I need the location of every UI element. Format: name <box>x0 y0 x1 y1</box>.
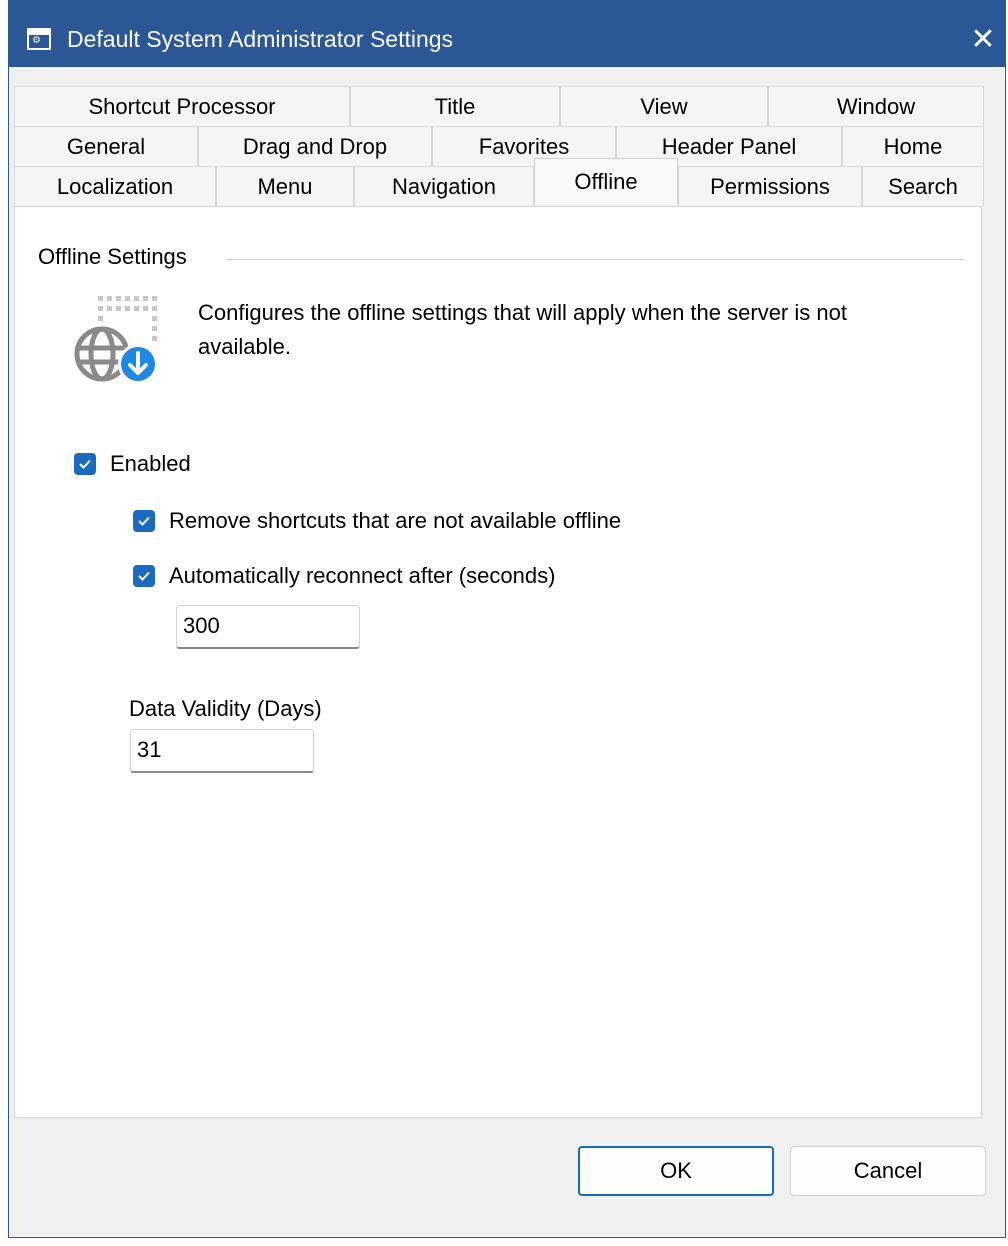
tab-view[interactable]: View <box>560 86 768 126</box>
data-validity-label: Data Validity (Days) <box>129 696 322 721</box>
checkmark-icon <box>79 459 91 469</box>
tab-title[interactable]: Title <box>350 86 560 126</box>
window-title: Default System Administrator Settings <box>67 26 454 52</box>
tab-permissions[interactable]: Permissions <box>678 166 862 206</box>
tab-home[interactable]: Home <box>842 126 984 166</box>
globe-download-icon <box>70 290 166 386</box>
tab-window[interactable]: Window <box>768 86 984 126</box>
tab-navigation[interactable]: Navigation <box>354 166 534 206</box>
remove-shortcuts-checkbox[interactable] <box>133 510 155 532</box>
tab-search[interactable]: Search <box>862 166 984 206</box>
cancel-button[interactable]: Cancel <box>790 1146 986 1196</box>
enabled-checkbox[interactable] <box>74 453 96 475</box>
close-button[interactable]: ✕ <box>961 19 1005 59</box>
tab-row-1: Shortcut Processor Title View Window <box>14 86 984 126</box>
tab-drag-and-drop[interactable]: Drag and Drop <box>198 126 432 166</box>
group-divider <box>226 259 964 260</box>
tab-general[interactable]: General <box>14 126 198 166</box>
remove-shortcuts-label[interactable]: Remove shortcuts that are not available … <box>169 508 621 534</box>
title-bar: ⚙ Default System Administrator Settings … <box>9 1 1005 67</box>
tab-shortcut-processor[interactable]: Shortcut Processor <box>14 86 350 126</box>
checkmark-icon <box>138 571 150 581</box>
reconnect-seconds-input[interactable]: 300 <box>176 605 360 649</box>
tab-row-2: General Drag and Drop Favorites Header P… <box>14 126 984 166</box>
tab-menu[interactable]: Menu <box>216 166 354 206</box>
auto-reconnect-label[interactable]: Automatically reconnect after (seconds) <box>169 563 555 589</box>
offline-description: Configures the offline settings that wil… <box>198 300 847 359</box>
ok-button[interactable]: OK <box>578 1146 774 1196</box>
tab-offline[interactable]: Offline <box>534 158 678 204</box>
tab-localization[interactable]: Localization <box>14 166 216 206</box>
auto-reconnect-checkbox[interactable] <box>133 565 155 587</box>
enabled-label[interactable]: Enabled <box>110 451 191 477</box>
checkmark-icon <box>138 516 150 526</box>
app-settings-icon: ⚙ <box>27 28 51 50</box>
tab-row-3: Localization Menu Navigation Offline Per… <box>14 158 984 206</box>
data-validity-input[interactable]: 31 <box>130 729 314 773</box>
group-title-offline-settings: Offline Settings <box>38 244 197 270</box>
